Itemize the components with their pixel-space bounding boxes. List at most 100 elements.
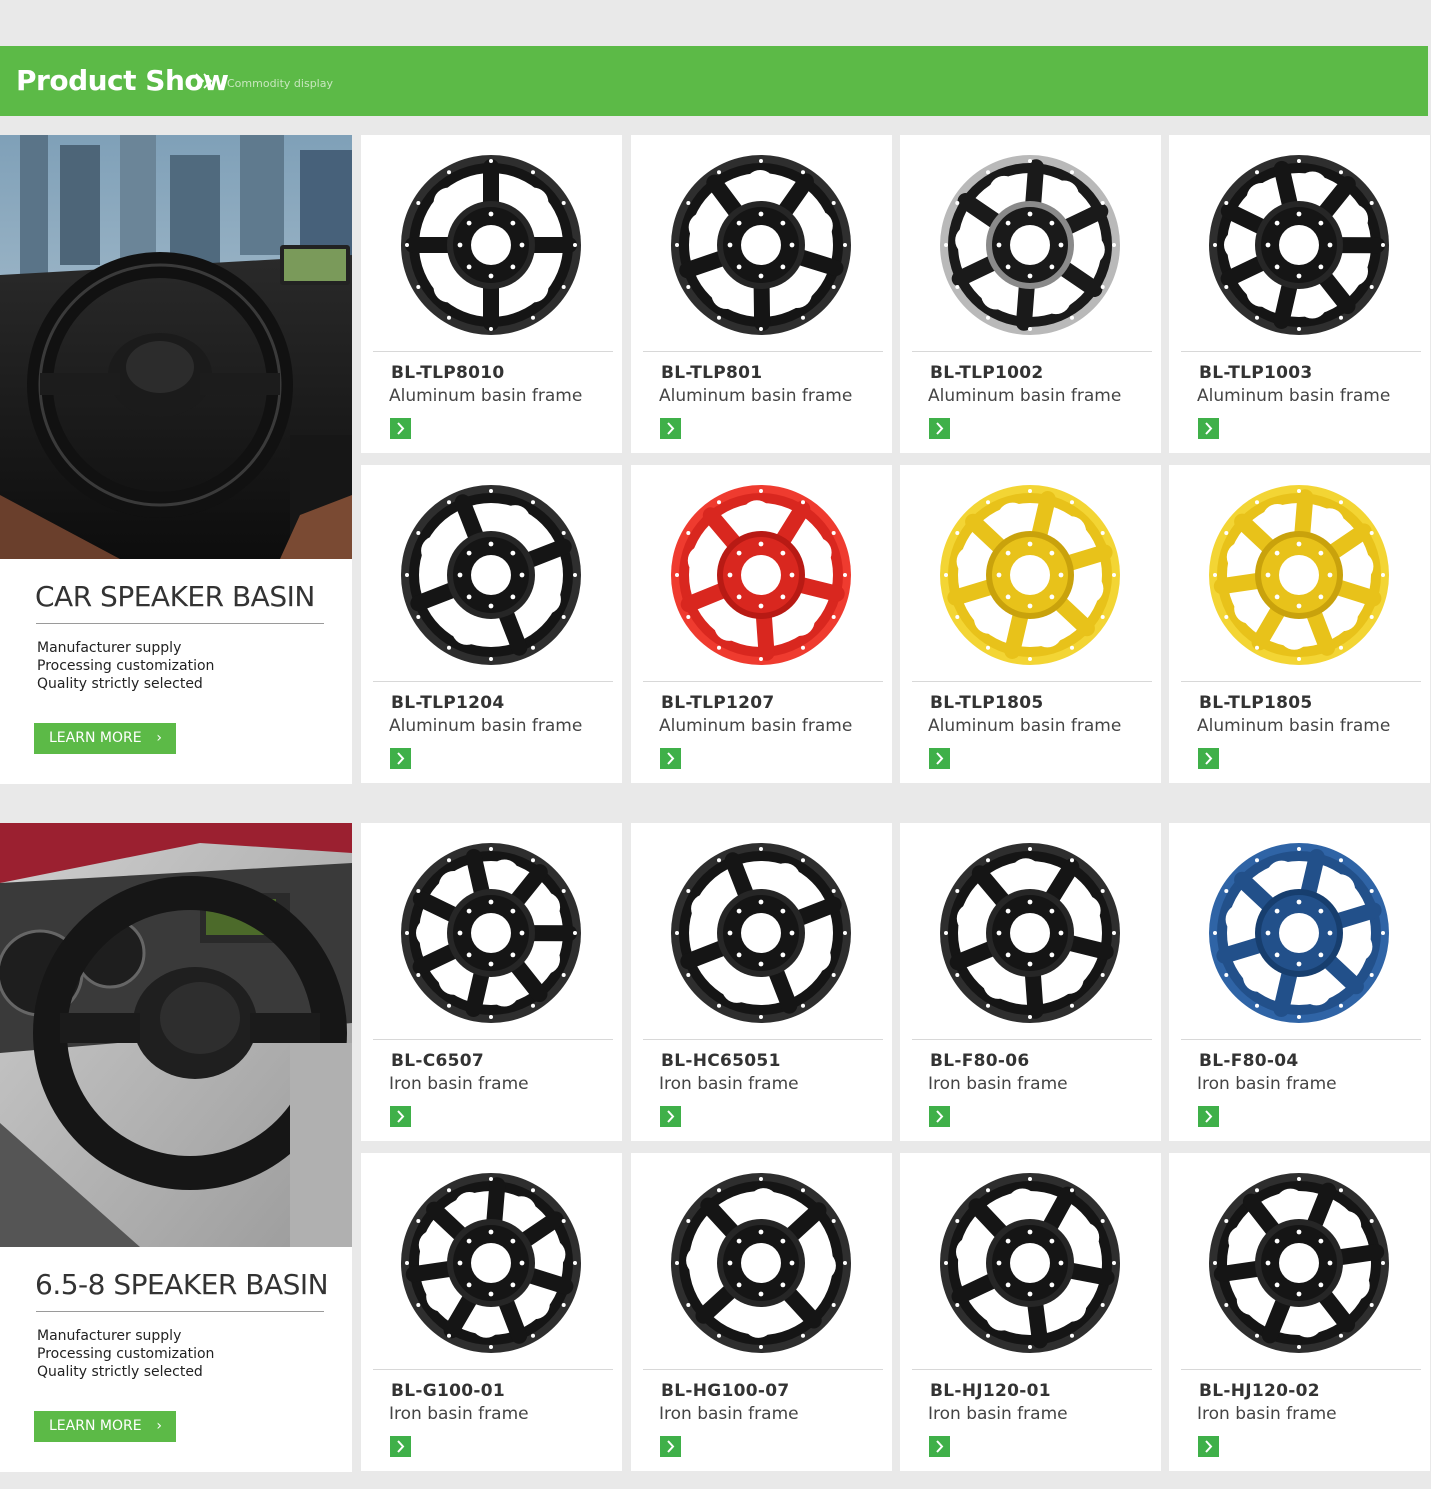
- chevron-right-icon: [1205, 422, 1213, 435]
- product-description: Iron basin frame: [659, 1404, 799, 1424]
- arrow-right-button[interactable]: [929, 1106, 950, 1127]
- product-code: BL-TLP801: [661, 363, 763, 383]
- arrow-right-button[interactable]: [390, 418, 411, 439]
- product-code: BL-F80-04: [1199, 1051, 1299, 1071]
- product-description: Iron basin frame: [1197, 1404, 1337, 1424]
- arrow-right-button[interactable]: [660, 1436, 681, 1457]
- basin-frame-image: [1189, 143, 1410, 347]
- card-divider: [373, 681, 613, 682]
- card-divider: [912, 351, 1152, 352]
- card-divider: [912, 1039, 1152, 1040]
- chevron-right-icon: ›: [156, 1418, 162, 1434]
- promo-title: 6.5-8 SPEAKER BASIN: [35, 1268, 329, 1301]
- product-description: Iron basin frame: [928, 1404, 1068, 1424]
- arrow-right-button[interactable]: [660, 748, 681, 769]
- card-divider: [373, 1369, 613, 1370]
- header-subtitle: Commodity display: [227, 77, 333, 90]
- basin-frame-image: [1189, 831, 1410, 1035]
- product-code: BL-G100-01: [391, 1381, 505, 1401]
- product-code: BL-TLP1204: [391, 693, 505, 713]
- product-card[interactable]: BL-TLP1002 Aluminum basin frame: [900, 135, 1161, 453]
- learn-more-label: LEARN MORE: [49, 730, 142, 746]
- product-card[interactable]: BL-TLP801 Aluminum basin frame: [631, 135, 892, 453]
- arrow-right-button[interactable]: [660, 418, 681, 439]
- product-card[interactable]: BL-TLP1805 Aluminum basin frame: [1169, 465, 1430, 783]
- product-card[interactable]: BL-G100-01 Iron basin frame: [361, 1153, 622, 1471]
- basin-frame-image: [1189, 1161, 1410, 1365]
- product-card[interactable]: BL-F80-06 Iron basin frame: [900, 823, 1161, 1141]
- promo-bullets: Manufacturer supply Processing customiza…: [37, 639, 214, 693]
- car-interior-photo: [0, 135, 352, 559]
- arrow-right-button[interactable]: [660, 1106, 681, 1127]
- arrow-right-button[interactable]: [1198, 748, 1219, 769]
- arrow-right-button[interactable]: [1198, 418, 1219, 439]
- car-interior-photo: [0, 823, 352, 1247]
- card-divider: [1181, 1369, 1421, 1370]
- basin-frame-image: [920, 1161, 1141, 1365]
- arrow-right-button[interactable]: [929, 748, 950, 769]
- product-card[interactable]: BL-TLP8010 Aluminum basin frame: [361, 135, 622, 453]
- divider: [36, 623, 324, 624]
- product-card[interactable]: BL-TLP1003 Aluminum basin frame: [1169, 135, 1430, 453]
- arrow-right-button[interactable]: [1198, 1106, 1219, 1127]
- arrow-right-button[interactable]: [929, 418, 950, 439]
- product-description: Iron basin frame: [1197, 1074, 1337, 1094]
- card-divider: [643, 1369, 883, 1370]
- card-divider: [1181, 351, 1421, 352]
- product-description: Aluminum basin frame: [1197, 716, 1391, 736]
- promo-title: CAR SPEAKER BASIN: [35, 580, 315, 613]
- product-code: BL-TLP1003: [1199, 363, 1313, 383]
- card-divider: [643, 681, 883, 682]
- learn-more-button[interactable]: LEARN MORE ›: [34, 1411, 176, 1442]
- basin-frame-image: [920, 143, 1141, 347]
- chevron-right-icon: [397, 1110, 405, 1123]
- product-card[interactable]: BL-HJ120-02 Iron basin frame: [1169, 1153, 1430, 1471]
- product-card[interactable]: BL-TLP1805 Aluminum basin frame: [900, 465, 1161, 783]
- arrow-right-button[interactable]: [390, 748, 411, 769]
- card-divider: [912, 1369, 1152, 1370]
- product-code: BL-HJ120-01: [930, 1381, 1051, 1401]
- card-divider: [1181, 1039, 1421, 1040]
- product-code: BL-TLP1805: [930, 693, 1044, 713]
- basin-frame-image: [651, 1161, 872, 1365]
- bullet-item: Quality strictly selected: [37, 676, 203, 692]
- basin-frame-image: [1189, 473, 1410, 677]
- arrow-right-button[interactable]: [390, 1106, 411, 1127]
- chevron-right-icon: [397, 1440, 405, 1453]
- product-description: Iron basin frame: [659, 1074, 799, 1094]
- product-card[interactable]: BL-C6507 Iron basin frame: [361, 823, 622, 1141]
- basin-frame-image: [920, 473, 1141, 677]
- bullet-item: Processing customization: [37, 658, 215, 674]
- chevron-right-icon: [936, 1110, 944, 1123]
- card-divider: [373, 1039, 613, 1040]
- section-car-speaker-basin: CAR SPEAKER BASIN Manufacturer supply Pr…: [0, 135, 1431, 784]
- chevron-right-icon: [397, 422, 405, 435]
- product-code: BL-F80-06: [930, 1051, 1030, 1071]
- product-card[interactable]: BL-TLP1204 Aluminum basin frame: [361, 465, 622, 783]
- promo-panel: CAR SPEAKER BASIN Manufacturer supply Pr…: [0, 135, 352, 784]
- product-card[interactable]: BL-TLP1207 Aluminum basin frame: [631, 465, 892, 783]
- product-card[interactable]: BL-HJ120-01 Iron basin frame: [900, 1153, 1161, 1471]
- arrow-right-button[interactable]: [1198, 1436, 1219, 1457]
- product-code: BL-HJ120-02: [1199, 1381, 1320, 1401]
- arrow-right-button[interactable]: [929, 1436, 950, 1457]
- chevron-right-icon: [936, 752, 944, 765]
- card-divider: [643, 1039, 883, 1040]
- product-code: BL-TLP8010: [391, 363, 505, 383]
- basin-frame-image: [651, 143, 872, 347]
- basin-frame-image: [381, 143, 602, 347]
- product-description: Iron basin frame: [928, 1074, 1068, 1094]
- product-card[interactable]: BL-HG100-07 Iron basin frame: [631, 1153, 892, 1471]
- bullet-item: Manufacturer supply: [37, 640, 182, 656]
- product-card[interactable]: BL-F80-04 Iron basin frame: [1169, 823, 1430, 1141]
- product-show-header: Product Show Commodity display: [0, 46, 1428, 116]
- product-card[interactable]: BL-HC65051 Iron basin frame: [631, 823, 892, 1141]
- product-description: Aluminum basin frame: [928, 716, 1122, 736]
- product-description: Aluminum basin frame: [389, 386, 583, 406]
- arrow-right-button[interactable]: [390, 1436, 411, 1457]
- card-divider: [373, 351, 613, 352]
- product-description: Iron basin frame: [389, 1404, 529, 1424]
- learn-more-button[interactable]: LEARN MORE ›: [34, 723, 176, 754]
- product-code: BL-HG100-07: [661, 1381, 790, 1401]
- chevron-right-icon: [667, 422, 675, 435]
